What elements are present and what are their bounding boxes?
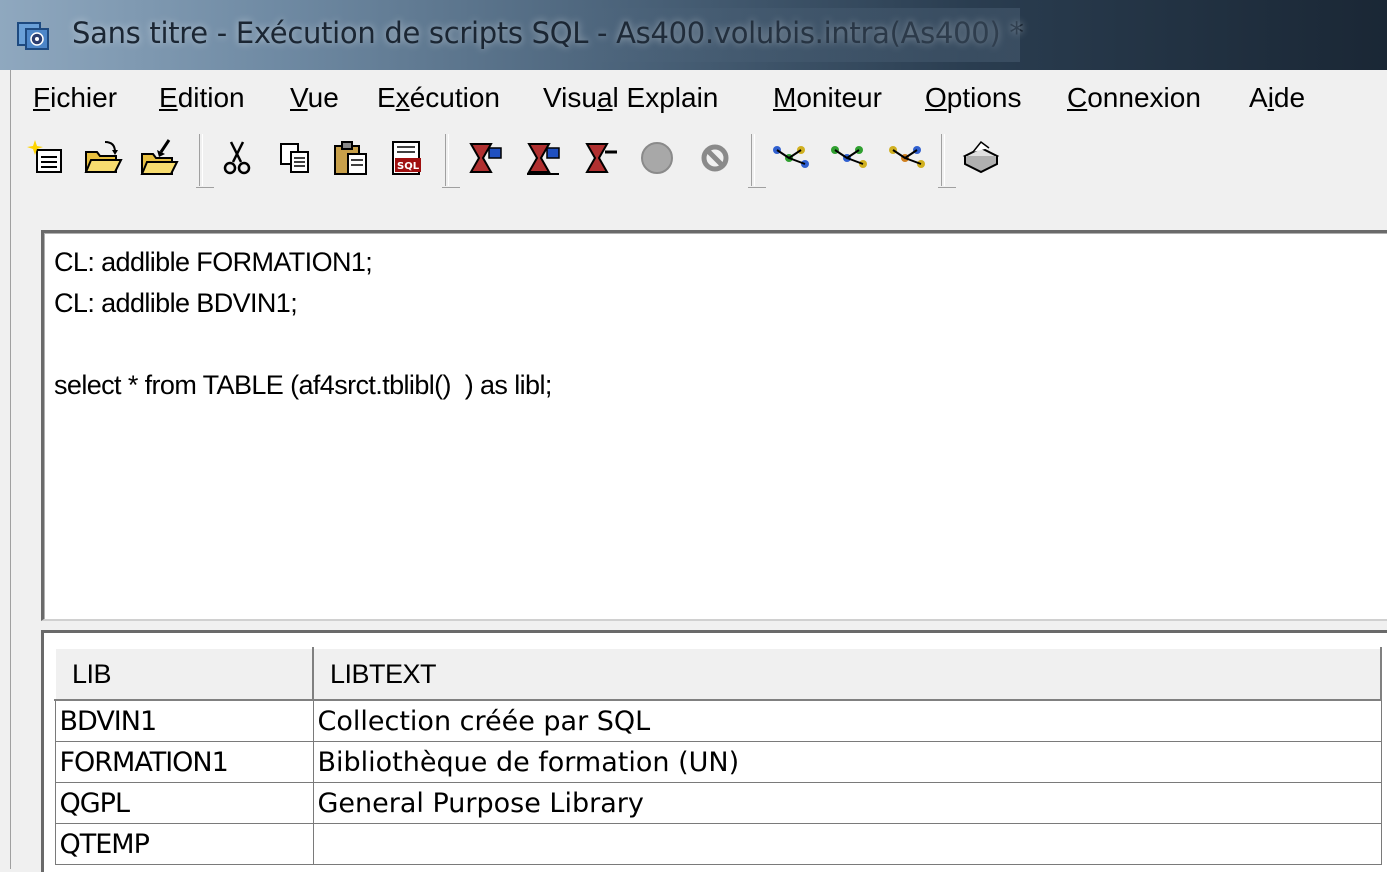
toolbar-separator bbox=[938, 134, 956, 188]
results-header-row: LIB LIBTEXT bbox=[54, 647, 1382, 701]
menu-visual-explain[interactable]: Visual Explain bbox=[543, 82, 718, 114]
table-row[interactable]: FORMATION1 Bibliothèque de formation (UN… bbox=[54, 741, 1382, 783]
editor-line: select * from TABLE (af4srct.tblibl() ) … bbox=[54, 370, 552, 400]
open-folder-icon[interactable] bbox=[81, 134, 125, 182]
run-selected-icon[interactable] bbox=[579, 134, 623, 182]
run-all-icon[interactable] bbox=[463, 134, 507, 182]
toolbar-separator bbox=[196, 134, 214, 188]
results-pane[interactable]: LIB LIBTEXT BDVIN1 Collection créée par … bbox=[41, 630, 1387, 872]
cell-libtext[interactable]: Collection créée par SQL bbox=[312, 699, 1382, 742]
svg-text:SQL: SQL bbox=[397, 161, 420, 172]
menu-vue[interactable]: Vue bbox=[290, 82, 339, 114]
run-and-explain-icon[interactable] bbox=[827, 134, 871, 182]
toolbar: SQL bbox=[10, 128, 1387, 190]
cell-libtext[interactable]: Bibliothèque de formation (UN) bbox=[312, 741, 1382, 783]
sql-scripts-app-icon[interactable] bbox=[16, 20, 50, 52]
table-row[interactable]: QTEMP bbox=[54, 823, 1382, 865]
table-row[interactable]: QGPL General Purpose Library bbox=[54, 782, 1382, 824]
menu-bar: Fichier Edition Vue Exécution Visual Exp… bbox=[10, 70, 1387, 128]
cut-icon[interactable] bbox=[215, 134, 259, 182]
cancel-icon[interactable] bbox=[693, 134, 737, 182]
new-file-icon[interactable] bbox=[25, 134, 69, 182]
toolbar-separator bbox=[442, 134, 460, 188]
menu-edition[interactable]: Edition bbox=[159, 82, 245, 114]
table-row[interactable]: BDVIN1 Collection créée par SQL bbox=[54, 699, 1382, 742]
main-area: CL: addlible FORMATION1; CL: addlible BD… bbox=[10, 190, 1387, 872]
print-icon[interactable] bbox=[959, 134, 1003, 182]
cell-libtext[interactable] bbox=[312, 823, 1382, 865]
menu-fichier[interactable]: Fichier bbox=[33, 82, 117, 114]
stop-icon[interactable] bbox=[635, 134, 679, 182]
insert-sql-icon[interactable]: SQL bbox=[385, 134, 429, 182]
copy-icon[interactable] bbox=[273, 134, 317, 182]
menu-connexion[interactable]: Connexion bbox=[1067, 82, 1201, 114]
sql-editor[interactable]: CL: addlible FORMATION1; CL: addlible BD… bbox=[41, 230, 1387, 621]
cell-lib[interactable]: BDVIN1 bbox=[54, 699, 314, 742]
save-icon[interactable] bbox=[137, 134, 181, 182]
cell-lib[interactable]: FORMATION1 bbox=[54, 741, 314, 783]
cell-lib[interactable]: QTEMP bbox=[54, 823, 314, 865]
menu-execution[interactable]: Exécution bbox=[377, 82, 500, 114]
title-bar[interactable]: Sans titre - Exécution de scripts SQL - … bbox=[0, 0, 1387, 70]
editor-line: CL: addlible BDVIN1; bbox=[54, 288, 298, 318]
paste-icon[interactable] bbox=[329, 134, 373, 182]
toolbar-separator bbox=[748, 134, 766, 188]
column-header-libtext[interactable]: LIBTEXT bbox=[312, 647, 1382, 701]
explain-only-icon[interactable] bbox=[885, 134, 929, 182]
menu-options[interactable]: Options bbox=[925, 82, 1022, 114]
cell-libtext[interactable]: General Purpose Library bbox=[312, 782, 1382, 824]
cell-lib[interactable]: QGPL bbox=[54, 782, 314, 824]
menu-moniteur[interactable]: Moniteur bbox=[773, 82, 882, 114]
run-from-selection-icon[interactable] bbox=[521, 134, 565, 182]
explain-icon[interactable] bbox=[769, 134, 813, 182]
menu-aide[interactable]: Aide bbox=[1249, 82, 1305, 114]
window-title: Sans titre - Exécution de scripts SQL - … bbox=[72, 16, 1024, 50]
editor-line: CL: addlible FORMATION1; bbox=[54, 247, 373, 277]
column-header-lib[interactable]: LIB bbox=[54, 647, 314, 701]
results-grid: LIB LIBTEXT BDVIN1 Collection créée par … bbox=[54, 647, 1382, 865]
